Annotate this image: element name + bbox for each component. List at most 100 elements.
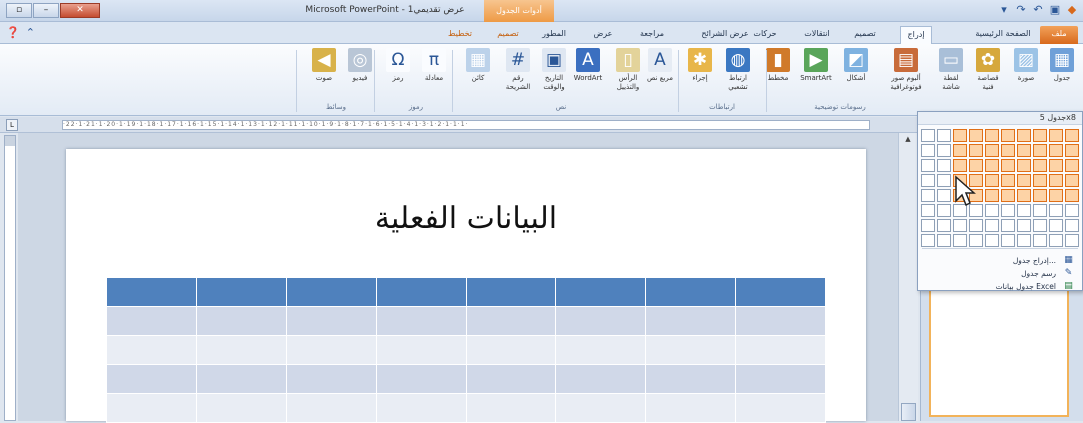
table-cell[interactable] xyxy=(555,393,647,423)
table-grid-cell[interactable] xyxy=(1065,174,1079,187)
table-cell[interactable] xyxy=(735,393,826,423)
table-grid-cell[interactable] xyxy=(1049,144,1063,157)
table-grid-cell[interactable] xyxy=(1033,219,1047,232)
table-cell[interactable] xyxy=(735,364,826,394)
table-grid-cell[interactable] xyxy=(937,159,951,172)
table-grid-cell[interactable] xyxy=(921,174,935,187)
table-cell[interactable] xyxy=(375,306,467,336)
object-button[interactable]: ▦ كائن xyxy=(462,48,494,98)
tab-selector[interactable]: L xyxy=(6,119,18,131)
table-cell[interactable] xyxy=(465,277,557,307)
table-grid-cell[interactable] xyxy=(969,129,983,142)
table-button[interactable]: ▦ جدول xyxy=(1046,48,1078,98)
table-cell[interactable] xyxy=(735,335,826,365)
table-cell[interactable] xyxy=(285,393,377,423)
table-grid-cell[interactable] xyxy=(1017,234,1031,247)
wordart-button[interactable]: A WordArt xyxy=(572,48,604,98)
table-grid-cell[interactable] xyxy=(985,144,999,157)
table-grid-cell[interactable] xyxy=(953,129,967,142)
table-grid-cell[interactable] xyxy=(937,129,951,142)
table-grid-cell[interactable] xyxy=(1033,159,1047,172)
screenshot-button[interactable]: ▭ لقطة شاشة xyxy=(935,48,967,98)
insert-table-menu-item[interactable]: إدراج جدول... ▦ xyxy=(922,254,1078,268)
table-grid-cell[interactable] xyxy=(969,144,983,157)
table-grid-cell[interactable] xyxy=(1017,204,1031,217)
tab-9[interactable]: المطور xyxy=(532,26,576,44)
tab-8[interactable]: عرض xyxy=(585,26,621,44)
table-cell[interactable] xyxy=(285,306,377,336)
hyperlink-button[interactable]: ◍ ارتباط تشعبي xyxy=(722,48,754,98)
table-cell[interactable] xyxy=(106,393,197,423)
table-cell[interactable] xyxy=(555,364,647,394)
action-button[interactable]: ✱ إجراء xyxy=(684,48,716,98)
table-cell[interactable] xyxy=(645,335,737,365)
tab-2[interactable]: إدراج xyxy=(900,26,932,45)
table-grid-cell[interactable] xyxy=(1065,189,1079,202)
table-grid-cell[interactable] xyxy=(1065,129,1079,142)
table-grid-cell[interactable] xyxy=(1001,234,1015,247)
smartart-button[interactable]: ▶ SmartArt xyxy=(800,48,832,98)
table-cell[interactable] xyxy=(195,306,287,336)
ribbon-minimize-icon[interactable]: ⌃ xyxy=(26,26,35,39)
table-grid-cell[interactable] xyxy=(1065,144,1079,157)
table-grid-cell[interactable] xyxy=(985,204,999,217)
table-grid-cell[interactable] xyxy=(1017,129,1031,142)
table-grid-cell[interactable] xyxy=(1033,174,1047,187)
table-grid-cell[interactable] xyxy=(1033,189,1047,202)
tab-1[interactable]: الصفحة الرئيسية xyxy=(970,26,1036,44)
table-grid-cell[interactable] xyxy=(1049,189,1063,202)
clipart-button[interactable]: ✿ قصاصة فنية xyxy=(972,48,1004,98)
table-cell[interactable] xyxy=(106,277,197,307)
table-cell[interactable] xyxy=(375,277,467,307)
table-cell[interactable] xyxy=(106,364,197,394)
table-cell[interactable] xyxy=(195,277,287,307)
table-grid-cell[interactable] xyxy=(1065,234,1079,247)
table-cell[interactable] xyxy=(555,306,647,336)
close-button[interactable]: ✕ xyxy=(60,3,100,18)
table-grid-cell[interactable] xyxy=(1001,189,1015,202)
table-grid-cell[interactable] xyxy=(921,204,935,217)
table-cell[interactable] xyxy=(735,277,826,307)
table-grid-cell[interactable] xyxy=(1065,204,1079,217)
slide-thumbnail[interactable] xyxy=(929,277,1069,417)
table-cell[interactable] xyxy=(375,364,467,394)
table-cell[interactable] xyxy=(375,393,467,423)
tab-6[interactable]: عرض الشرائح xyxy=(695,26,755,44)
table-cell[interactable] xyxy=(106,306,197,336)
table-cell[interactable] xyxy=(195,364,287,394)
scroll-thumb[interactable] xyxy=(901,403,916,421)
slide-title[interactable]: البيانات الفعلية xyxy=(66,201,866,236)
table-cell[interactable] xyxy=(465,335,557,365)
table-cell[interactable] xyxy=(555,277,647,307)
table-cell[interactable] xyxy=(645,393,737,423)
header-footer-button[interactable]: ▯ الرأس والتذييل xyxy=(612,48,644,98)
draw-table-menu-item[interactable]: رسم جدول ✎ xyxy=(922,267,1078,281)
table-grid-cell[interactable] xyxy=(937,234,951,247)
table-grid-cell[interactable] xyxy=(1033,204,1047,217)
tab-7[interactable]: مراجعة xyxy=(630,26,674,44)
customize-qat-icon[interactable]: ▾ xyxy=(997,3,1011,17)
table-cell[interactable] xyxy=(645,277,737,307)
table-grid-cell[interactable] xyxy=(1001,129,1015,142)
table-grid-cell[interactable] xyxy=(953,159,967,172)
tab-10[interactable]: تصميم xyxy=(490,26,526,44)
table-grid-cell[interactable] xyxy=(1001,144,1015,157)
table-cell[interactable] xyxy=(195,335,287,365)
excel-table-menu-item[interactable]: جدول بيانات Excel ▤ xyxy=(922,280,1078,294)
table-grid-cell[interactable] xyxy=(937,204,951,217)
table-grid-cell[interactable] xyxy=(1001,174,1015,187)
minimize-button[interactable]: – xyxy=(33,3,59,18)
table-grid-cell[interactable] xyxy=(1065,219,1079,232)
table-grid-cell[interactable] xyxy=(1049,204,1063,217)
table-grid-cell[interactable] xyxy=(1049,159,1063,172)
textbox-button[interactable]: A مربع نص xyxy=(644,48,676,98)
slide-table[interactable] xyxy=(106,277,826,423)
table-cell[interactable] xyxy=(645,306,737,336)
table-cell[interactable] xyxy=(285,335,377,365)
table-grid-cell[interactable] xyxy=(1017,159,1031,172)
table-grid-cell[interactable] xyxy=(953,144,967,157)
tab-0[interactable]: ملف xyxy=(1040,26,1078,44)
table-grid-cell[interactable] xyxy=(985,129,999,142)
table-grid-cell[interactable] xyxy=(937,219,951,232)
help-icon[interactable]: ❓ xyxy=(6,26,20,39)
